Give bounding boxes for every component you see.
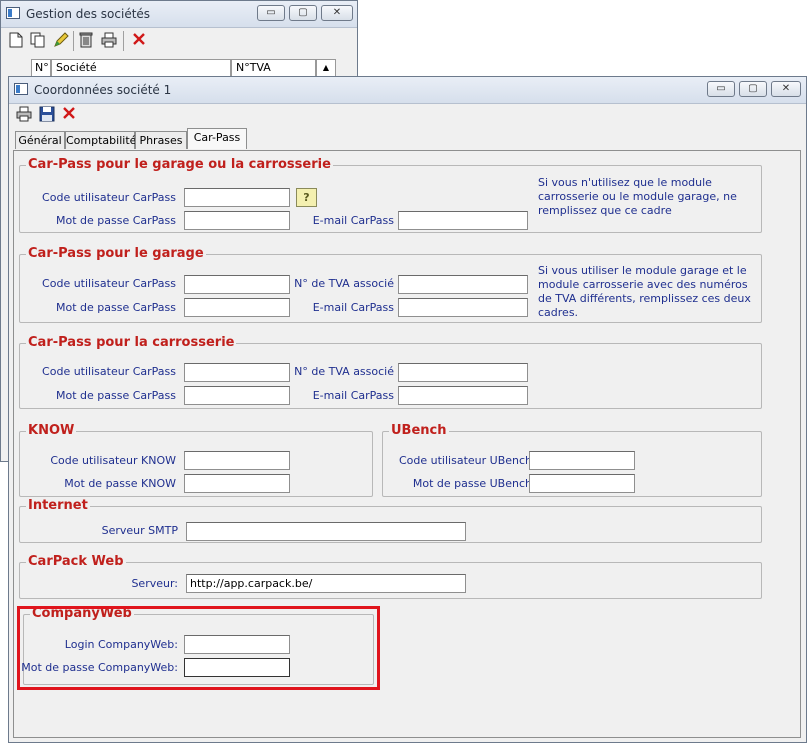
print-icon[interactable]	[14, 105, 34, 124]
help-question-icon[interactable]: ?	[296, 188, 317, 207]
group-title: CarPack Web	[28, 554, 124, 569]
smtp-server-input[interactable]	[186, 522, 466, 541]
group-title: Internet	[28, 498, 88, 513]
grid-scroll-up-icon[interactable]: ▲	[316, 59, 336, 77]
tab-comptabilite[interactable]: Comptabilité	[65, 131, 136, 149]
tab-car-pass[interactable]: Car-Pass	[187, 128, 247, 149]
body-user-input[interactable]	[184, 363, 290, 382]
carpass-garage-note: Si vous utiliser le module garage et le …	[538, 264, 751, 319]
garage-password-label: Mot de passe CarPass	[55, 301, 176, 314]
pencil-edit-icon[interactable]	[51, 31, 71, 50]
body-email-label: E-mail CarPass	[312, 389, 394, 402]
close-red-x-icon[interactable]	[59, 105, 79, 124]
group-title: Car-Pass pour le garage ou la carrosseri…	[28, 157, 331, 172]
carpass-user-input[interactable]	[184, 188, 290, 207]
toolbar-separator	[73, 31, 74, 51]
know-password-label: Mot de passe KNOW	[64, 477, 176, 490]
know-user-input[interactable]	[184, 451, 290, 470]
close-red-x-icon[interactable]	[129, 31, 149, 50]
societes-window-title: Gestion des sociétés	[26, 7, 151, 21]
grid-header-tva[interactable]: N°TVA	[231, 59, 316, 77]
minimize-button[interactable]: ▭	[257, 5, 285, 21]
body-vat-label: N° de TVA associé	[294, 365, 394, 378]
societes-titlebar[interactable]: Gestion des sociétés ▭ ▢ ✕	[1, 1, 357, 28]
group-title: Car-Pass pour la carrosserie	[28, 335, 235, 350]
ubench-user-label: Code utilisateur UBench	[398, 454, 532, 467]
body-vat-input[interactable]	[398, 363, 528, 382]
toolbar-separator	[123, 31, 124, 51]
new-document-icon[interactable]	[6, 31, 26, 50]
smtp-server-label: Serveur SMTP	[101, 524, 178, 537]
save-disk-icon[interactable]	[37, 105, 57, 124]
tab-phrases[interactable]: Phrases	[135, 131, 187, 149]
copy-icon[interactable]	[28, 31, 48, 50]
carpass-email-input[interactable]	[398, 211, 528, 230]
garage-vat-label: N° de TVA associé	[294, 277, 394, 290]
group-title: KNOW	[28, 423, 75, 438]
trash-icon[interactable]	[76, 31, 96, 50]
ubench-password-input[interactable]	[529, 474, 635, 493]
companyweb-highlight-box	[17, 606, 380, 690]
garage-email-label: E-mail CarPass	[312, 301, 394, 314]
body-password-input[interactable]	[184, 386, 290, 405]
close-button[interactable]: ✕	[771, 81, 801, 97]
carpass-both-note: Si vous n'utilisez que le module carross…	[538, 176, 737, 217]
body-email-input[interactable]	[398, 386, 528, 405]
carpass-password-input[interactable]	[184, 211, 290, 230]
grid-header-societe[interactable]: Société	[51, 59, 231, 77]
print-icon[interactable]	[99, 31, 119, 50]
ubench-user-input[interactable]	[529, 451, 635, 470]
coordonnees-window: Coordonnées société 1 ▭ ▢ ✕ Général Comp…	[8, 76, 807, 743]
car-pass-panel: Car-Pass pour le garage ou la carrosseri…	[13, 150, 801, 738]
carpass-email-label: E-mail CarPass	[312, 214, 394, 227]
group-title: Car-Pass pour le garage	[28, 246, 204, 261]
garage-vat-input[interactable]	[398, 275, 528, 294]
maximize-button[interactable]: ▢	[739, 81, 767, 97]
garage-user-input[interactable]	[184, 275, 290, 294]
window-app-icon	[14, 83, 28, 95]
close-button[interactable]: ✕	[321, 5, 353, 21]
carpass-password-label: Mot de passe CarPass	[55, 214, 176, 227]
tab-strip: Général Comptabilité Phrases Car-Pass	[15, 128, 795, 151]
window-app-icon	[6, 7, 20, 19]
ubench-password-label: Mot de passe UBench	[412, 477, 532, 490]
tab-general[interactable]: Général	[15, 131, 65, 149]
garage-user-label: Code utilisateur CarPass	[42, 277, 176, 290]
grid-header-number[interactable]: N°	[31, 59, 51, 77]
garage-password-input[interactable]	[184, 298, 290, 317]
minimize-button[interactable]: ▭	[707, 81, 735, 97]
garage-email-input[interactable]	[398, 298, 528, 317]
carpack-server-input[interactable]	[186, 574, 466, 593]
carpass-user-label: Code utilisateur CarPass	[42, 191, 176, 204]
maximize-button[interactable]: ▢	[289, 5, 317, 21]
coordonnees-window-title: Coordonnées société 1	[34, 83, 172, 97]
know-password-input[interactable]	[184, 474, 290, 493]
group-title: UBench	[391, 423, 447, 438]
body-user-label: Code utilisateur CarPass	[42, 365, 176, 378]
body-password-label: Mot de passe CarPass	[55, 389, 176, 402]
carpack-server-label: Serveur:	[131, 577, 178, 590]
know-user-label: Code utilisateur KNOW	[50, 454, 176, 467]
coordonnees-titlebar[interactable]: Coordonnées société 1 ▭ ▢ ✕	[9, 77, 806, 104]
